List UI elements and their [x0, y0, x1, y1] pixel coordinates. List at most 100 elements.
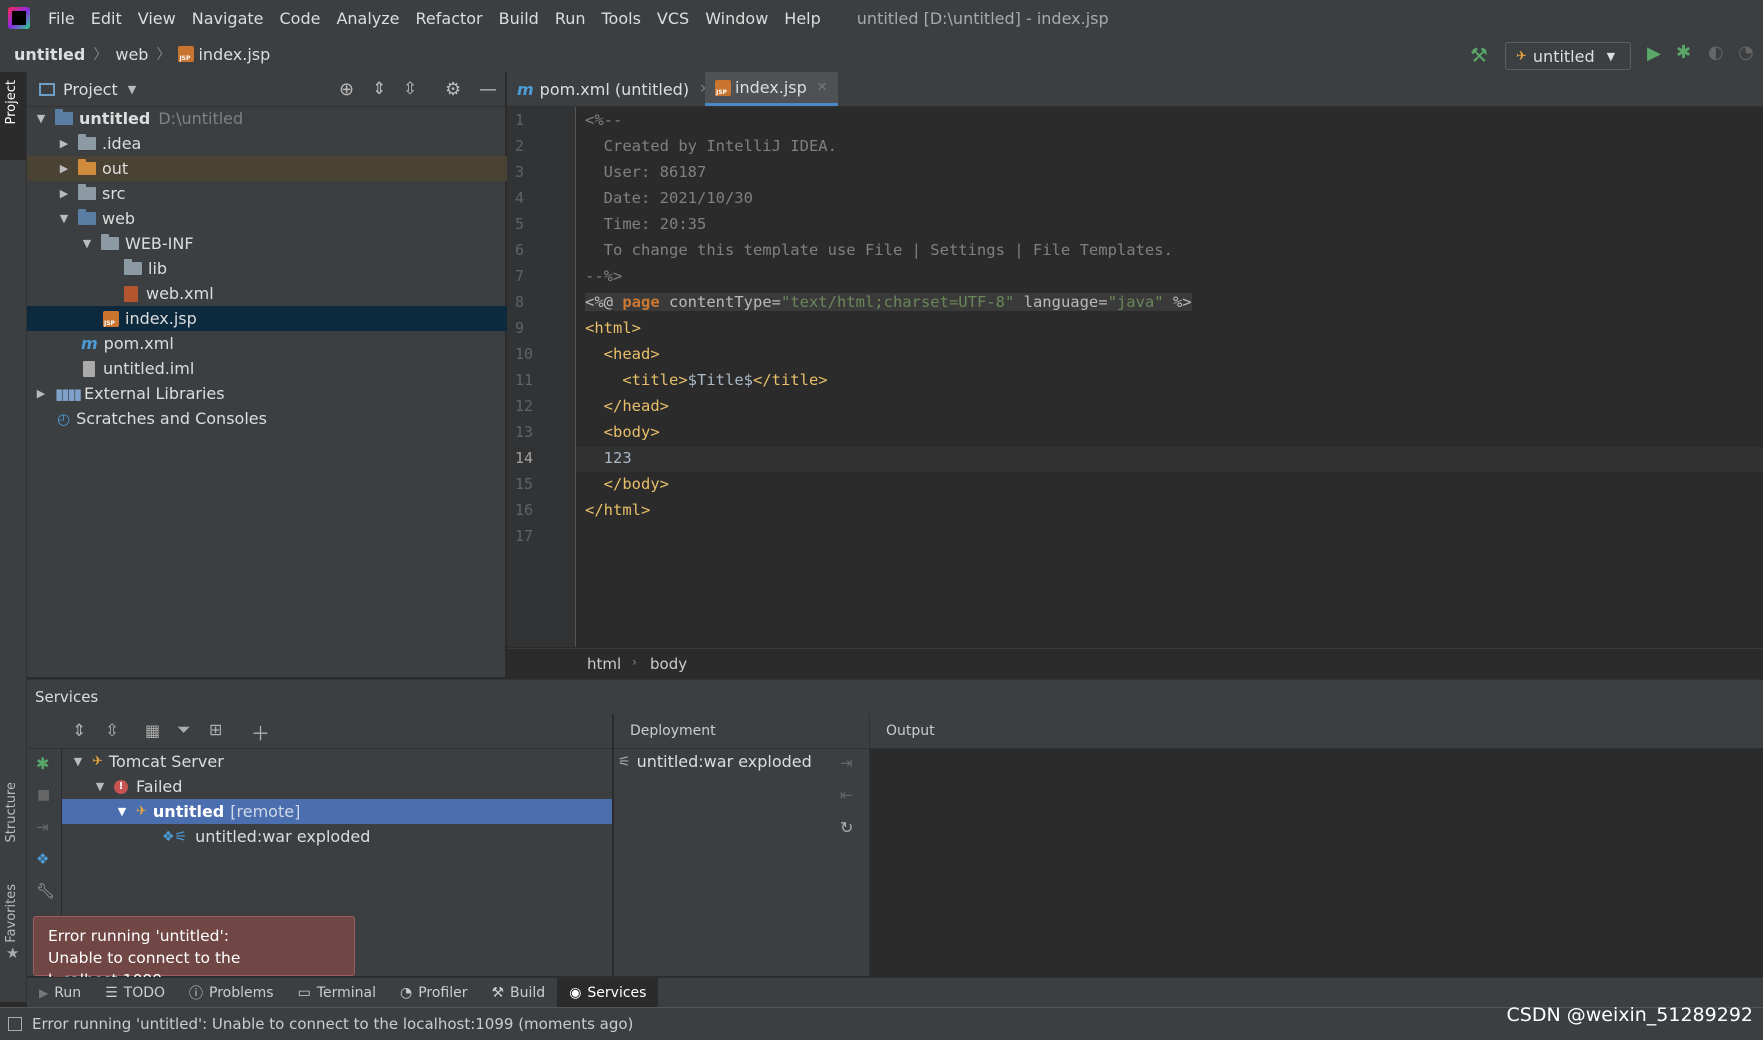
- structure-tool-tab[interactable]: Structure: [4, 782, 19, 842]
- chevron-down-icon[interactable]: ▼: [58, 212, 70, 225]
- tool-tab-todo[interactable]: ☰ TODO: [93, 978, 177, 1008]
- locate-file-icon[interactable]: ⊕: [339, 79, 354, 100]
- service-tomcat-server[interactable]: ▼ ✈ Tomcat Server: [62, 749, 622, 774]
- wrench-icon[interactable]: 🔧︎: [36, 882, 55, 900]
- service-untitled-remote[interactable]: ▼ ✈ untitled [remote]: [62, 799, 612, 824]
- window-title: untitled [D:\untitled] - index.jsp: [856, 8, 1109, 28]
- undeploy-icon[interactable]: ⇤: [840, 786, 853, 804]
- menu-window[interactable]: Window: [697, 9, 776, 28]
- project-panel-title[interactable]: Project: [63, 80, 118, 99]
- tool-tab-problems[interactable]: ⓘ Problems: [177, 978, 286, 1008]
- chevron-right-icon[interactable]: ▶: [35, 387, 47, 400]
- code-line-3: User: 86187: [585, 163, 707, 181]
- profiler-icon: ◔: [399, 985, 413, 1001]
- run-icon[interactable]: ▶: [1647, 43, 1661, 64]
- tree-item-external-libraries[interactable]: ▶ ▮▮▮▮ External Libraries: [27, 381, 513, 406]
- chevron-down-icon[interactable]: ▼: [128, 83, 136, 96]
- refresh-icon[interactable]: ↻: [840, 818, 853, 837]
- expand-all-icon[interactable]: ⇕: [372, 79, 386, 99]
- tree-item-index-jsp[interactable]: index.jsp: [27, 306, 581, 331]
- tool-tab-build[interactable]: ⚒ Build: [479, 978, 557, 1008]
- expand-all-icon[interactable]: ⇕: [72, 721, 86, 741]
- libraries-icon: ▮▮▮▮: [55, 384, 82, 403]
- code-editor[interactable]: 1 2 3 4 5 6 7 8 9 10 11 12 13 14 15 16 1…: [507, 107, 1763, 647]
- tree-item-src[interactable]: ▶ src: [27, 181, 536, 206]
- run-configuration-select[interactable]: ✈ untitled ▼: [1505, 42, 1631, 70]
- debug-icon[interactable]: ✱: [1676, 42, 1691, 63]
- tab-pom-xml[interactable]: m pom.xml (untitled) ✕: [507, 72, 720, 106]
- tree-item-pom-xml[interactable]: m pom.xml: [27, 331, 559, 356]
- tree-item-web-inf[interactable]: ▼ WEB-INF: [27, 231, 559, 256]
- project-tool-tab[interactable]: Project: [4, 80, 19, 124]
- debug-icon[interactable]: ✱: [36, 754, 49, 773]
- menu-edit[interactable]: Edit: [83, 9, 130, 28]
- menu-view[interactable]: View: [130, 9, 184, 28]
- tree-item-scratches[interactable]: ◴ Scratches and Consoles: [27, 406, 535, 431]
- tool-tab-services[interactable]: ◉ Services: [557, 978, 659, 1008]
- excluded-folder-icon: [78, 159, 96, 175]
- breadcrumb-html[interactable]: html: [587, 655, 621, 673]
- code-line-14: 123: [585, 449, 632, 467]
- nav-crumb-web[interactable]: web: [115, 45, 148, 64]
- tree-item-project-root[interactable]: ▼ untitled D:\untitled: [27, 106, 513, 131]
- service-failed-group[interactable]: ▼ ! Failed: [62, 774, 644, 799]
- chevron-down-icon[interactable]: ▼: [94, 780, 106, 793]
- star-icon[interactable]: ★: [6, 944, 19, 962]
- chevron-right-icon[interactable]: ▶: [58, 162, 70, 175]
- watermark: CSDN @weixin_51289292: [1506, 1004, 1754, 1026]
- status-message[interactable]: Error running 'untitled': Unable to conn…: [32, 1015, 633, 1033]
- menu-tools[interactable]: Tools: [594, 9, 649, 28]
- tree-item-web[interactable]: ▼ web: [27, 206, 536, 231]
- artifact-icon[interactable]: ❖: [36, 850, 49, 868]
- chevron-down-icon[interactable]: ▼: [35, 112, 47, 125]
- nav-crumb-project[interactable]: untitled: [14, 45, 85, 64]
- tree-item-out[interactable]: ▶ out: [27, 156, 536, 181]
- menu-build[interactable]: Build: [491, 9, 547, 28]
- menu-analyze[interactable]: Analyze: [328, 9, 407, 28]
- menu-file[interactable]: File: [40, 9, 83, 28]
- menu-code[interactable]: Code: [272, 9, 329, 28]
- deploy-icon[interactable]: ⇥: [840, 754, 853, 772]
- stop-icon[interactable]: ■: [37, 787, 50, 803]
- hide-panel-icon[interactable]: —: [479, 79, 497, 100]
- tool-windows-toggle-icon[interactable]: [8, 1017, 22, 1031]
- menu-refactor[interactable]: Refactor: [408, 9, 491, 28]
- menu-help[interactable]: Help: [776, 9, 828, 28]
- tool-tab-run[interactable]: ▶ Run: [27, 978, 93, 1008]
- chevron-down-icon[interactable]: ▼: [81, 237, 93, 250]
- close-icon[interactable]: ✕: [817, 80, 828, 95]
- add-icon[interactable]: ＋: [251, 719, 270, 746]
- deployment-item[interactable]: ⚟ untitled:war exploded: [618, 752, 812, 771]
- group-by-icon[interactable]: ▦: [145, 721, 160, 740]
- build-hammer-icon[interactable]: ⚒: [1470, 43, 1488, 67]
- chevron-right-icon[interactable]: ▶: [58, 137, 70, 150]
- gear-icon[interactable]: ⚙: [445, 79, 461, 100]
- current-line-highlight: [576, 447, 1763, 472]
- profile-icon[interactable]: ◔: [1738, 42, 1754, 63]
- tool-tab-profiler[interactable]: ◔ Profiler: [388, 978, 480, 1008]
- chevron-right-icon[interactable]: ▶: [58, 187, 70, 200]
- project-panel: Project ▼ ⊕ ⇕ ⇳ ⚙ — ▼ untitled D:\untitl…: [27, 72, 581, 677]
- coverage-icon[interactable]: ◐: [1708, 42, 1724, 63]
- tree-item-idea[interactable]: ▶ .idea: [27, 131, 536, 156]
- code-line-11: <title>$Title$</title>: [585, 371, 828, 389]
- nav-crumb-file[interactable]: index.jsp: [198, 45, 270, 64]
- tool-tab-terminal[interactable]: ▭ Terminal: [286, 978, 388, 1008]
- deploy-icon[interactable]: ⇥: [36, 818, 49, 836]
- chevron-down-icon[interactable]: ▼: [72, 755, 84, 768]
- new-tab-icon[interactable]: ⊞: [209, 720, 222, 739]
- tab-index-jsp[interactable]: index.jsp ✕: [705, 72, 838, 106]
- menu-run[interactable]: Run: [547, 9, 594, 28]
- menu-bar: File Edit View Navigate Code Analyze Ref…: [0, 0, 1763, 36]
- output-panel: Output: [869, 714, 1763, 976]
- menu-navigate[interactable]: Navigate: [184, 9, 272, 28]
- collapse-all-icon[interactable]: ⇳: [105, 721, 119, 741]
- filter-icon[interactable]: ⏷: [177, 720, 191, 740]
- menu-vcs[interactable]: VCS: [649, 9, 697, 28]
- chevron-down-icon[interactable]: ▼: [116, 805, 128, 818]
- collapse-all-icon[interactable]: ⇳: [403, 79, 417, 99]
- tree-item-untitled-iml[interactable]: untitled.iml: [27, 356, 561, 381]
- error-balloon[interactable]: Error running 'untitled': Unable to conn…: [33, 916, 355, 989]
- favorites-tool-tab[interactable]: Favorites: [4, 884, 19, 943]
- breadcrumb-body[interactable]: body: [650, 655, 687, 673]
